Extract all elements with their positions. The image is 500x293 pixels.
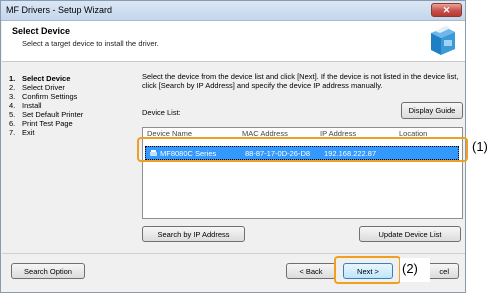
display-guide-button[interactable]: Display Guide: [401, 102, 463, 119]
update-device-list-button[interactable]: Update Device List: [359, 226, 461, 242]
search-option-button[interactable]: Search Option: [11, 263, 85, 279]
search-by-ip-button[interactable]: Search by IP Address: [142, 226, 245, 242]
page-title: Select Device: [12, 26, 71, 36]
step-item: 4. Install: [9, 101, 42, 110]
step-item: 7. Exit: [9, 128, 35, 137]
printer-icon: [431, 26, 455, 55]
instructions-text: Select the device from the device list a…: [142, 72, 459, 90]
step-item: 2. Select Driver: [9, 83, 65, 92]
close-button[interactable]: ✕: [431, 3, 462, 17]
back-button[interactable]: < Back: [286, 263, 336, 279]
page-subtitle: Select a target device to install the dr…: [22, 39, 159, 48]
step-item: 3. Confirm Settings: [9, 92, 78, 101]
step-item: 5. Set Default Printer: [9, 110, 84, 119]
wizard-header: Select Device Select a target device to …: [2, 21, 465, 62]
highlight-next-button: [334, 256, 401, 284]
step-item: 1. Select Device: [9, 74, 71, 83]
close-icon: ✕: [442, 5, 451, 15]
wizard-steps: 1. Select Device 2. Select Driver 3. Confir…: [9, 74, 83, 137]
callout-label-1: (1): [472, 139, 488, 154]
device-list-label: Device List:: [142, 108, 181, 117]
step-item: 6. Print Test Page: [9, 119, 73, 128]
window-title: MF Drivers - Setup Wizard: [6, 5, 113, 15]
title-bar[interactable]: MF Drivers - Setup Wizard ✕: [1, 1, 465, 21]
highlight-device-row: [137, 137, 468, 162]
footer-divider: [2, 253, 465, 254]
callout-label-2: (2): [402, 261, 418, 276]
